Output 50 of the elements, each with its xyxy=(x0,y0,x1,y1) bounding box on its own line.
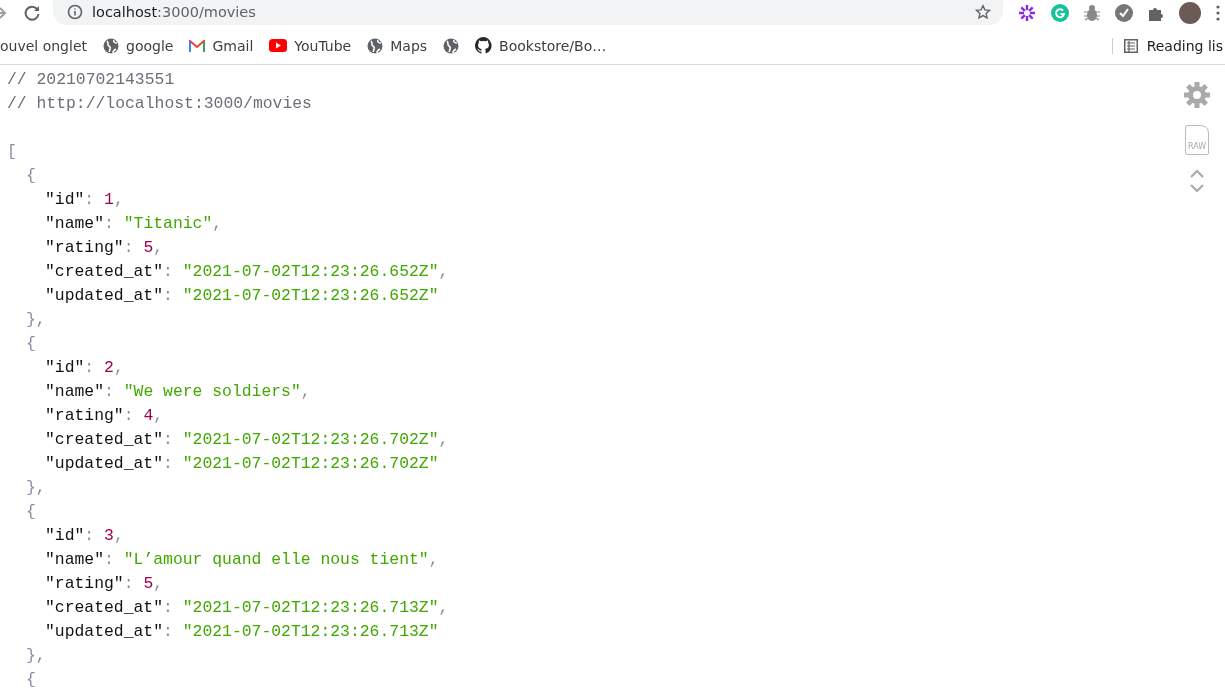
object-brace: { xyxy=(26,501,36,523)
code-comment: // http://localhost:3000/movies xyxy=(7,93,312,115)
sparkle-icon[interactable] xyxy=(1018,4,1036,22)
forward-icon[interactable] xyxy=(0,6,7,20)
info-icon[interactable] xyxy=(67,3,83,20)
json-property: "updated_at": "2021-07-02T12:23:26.702Z" xyxy=(45,453,439,475)
bookmark[interactable]: ouvel onglet xyxy=(0,37,87,54)
json-property: "name": "We were soldiers", xyxy=(45,381,311,403)
code-comment: // 20210702143551 xyxy=(7,69,175,91)
json-property: "updated_at": "2021-07-02T12:23:26.652Z" xyxy=(45,285,439,307)
json-property: "created_at": "2021-07-02T12:23:26.702Z", xyxy=(45,429,449,451)
globe-icon xyxy=(103,37,119,54)
object-brace: }, xyxy=(26,645,46,667)
reading-list[interactable]: Reading lis xyxy=(1111,37,1223,54)
bookmark[interactable]: Maps xyxy=(367,37,428,54)
json-property: "created_at": "2021-07-02T12:23:26.713Z", xyxy=(45,597,449,619)
list-icon xyxy=(1123,38,1138,53)
object-brace: { xyxy=(26,333,36,355)
menu-icon[interactable] xyxy=(1216,5,1220,21)
puzzle-icon[interactable] xyxy=(1148,5,1164,21)
object-brace: { xyxy=(26,165,36,187)
json-property: "rating": 5, xyxy=(45,237,164,259)
globe-icon[interactable] xyxy=(443,37,460,54)
json-property: "id": 2, xyxy=(45,357,124,379)
json-property: "name": "L’amour quand elle nous tient", xyxy=(45,549,439,571)
mail-icon xyxy=(189,39,206,52)
object-brace: { xyxy=(26,669,36,691)
checkmark-icon[interactable] xyxy=(1115,4,1133,22)
json-property: "created_at": "2021-07-02T12:23:26.652Z", xyxy=(45,261,449,283)
json-property: "id": 3, xyxy=(45,525,124,547)
object-brace: }, xyxy=(26,309,46,331)
bug-icon[interactable] xyxy=(1084,4,1100,22)
object-brace: }, xyxy=(26,477,46,499)
address-bar[interactable]: localhost:3000/movies xyxy=(53,0,1003,25)
reload-icon[interactable] xyxy=(23,4,41,22)
json-property: "id": 1, xyxy=(45,189,124,211)
json-property: "rating": 5, xyxy=(45,573,164,595)
cat-icon xyxy=(475,37,493,54)
avatar[interactable] xyxy=(1179,2,1201,24)
json-property: "updated_at": "2021-07-02T12:23:26.713Z" xyxy=(45,621,439,643)
play-icon xyxy=(269,39,288,52)
bookmark[interactable]: google xyxy=(103,37,174,54)
bookmark[interactable]: YouTube xyxy=(269,37,352,54)
json-property: "name": "Titanic", xyxy=(45,213,223,235)
array-bracket: [ xyxy=(7,141,17,163)
json-property: "rating": 4, xyxy=(45,405,164,427)
star-icon[interactable] xyxy=(975,3,991,20)
bookmark[interactable]: Gmail xyxy=(189,37,254,54)
bookmark[interactable]: Bookstore/Bo… xyxy=(475,37,607,54)
globe-icon xyxy=(367,37,384,54)
